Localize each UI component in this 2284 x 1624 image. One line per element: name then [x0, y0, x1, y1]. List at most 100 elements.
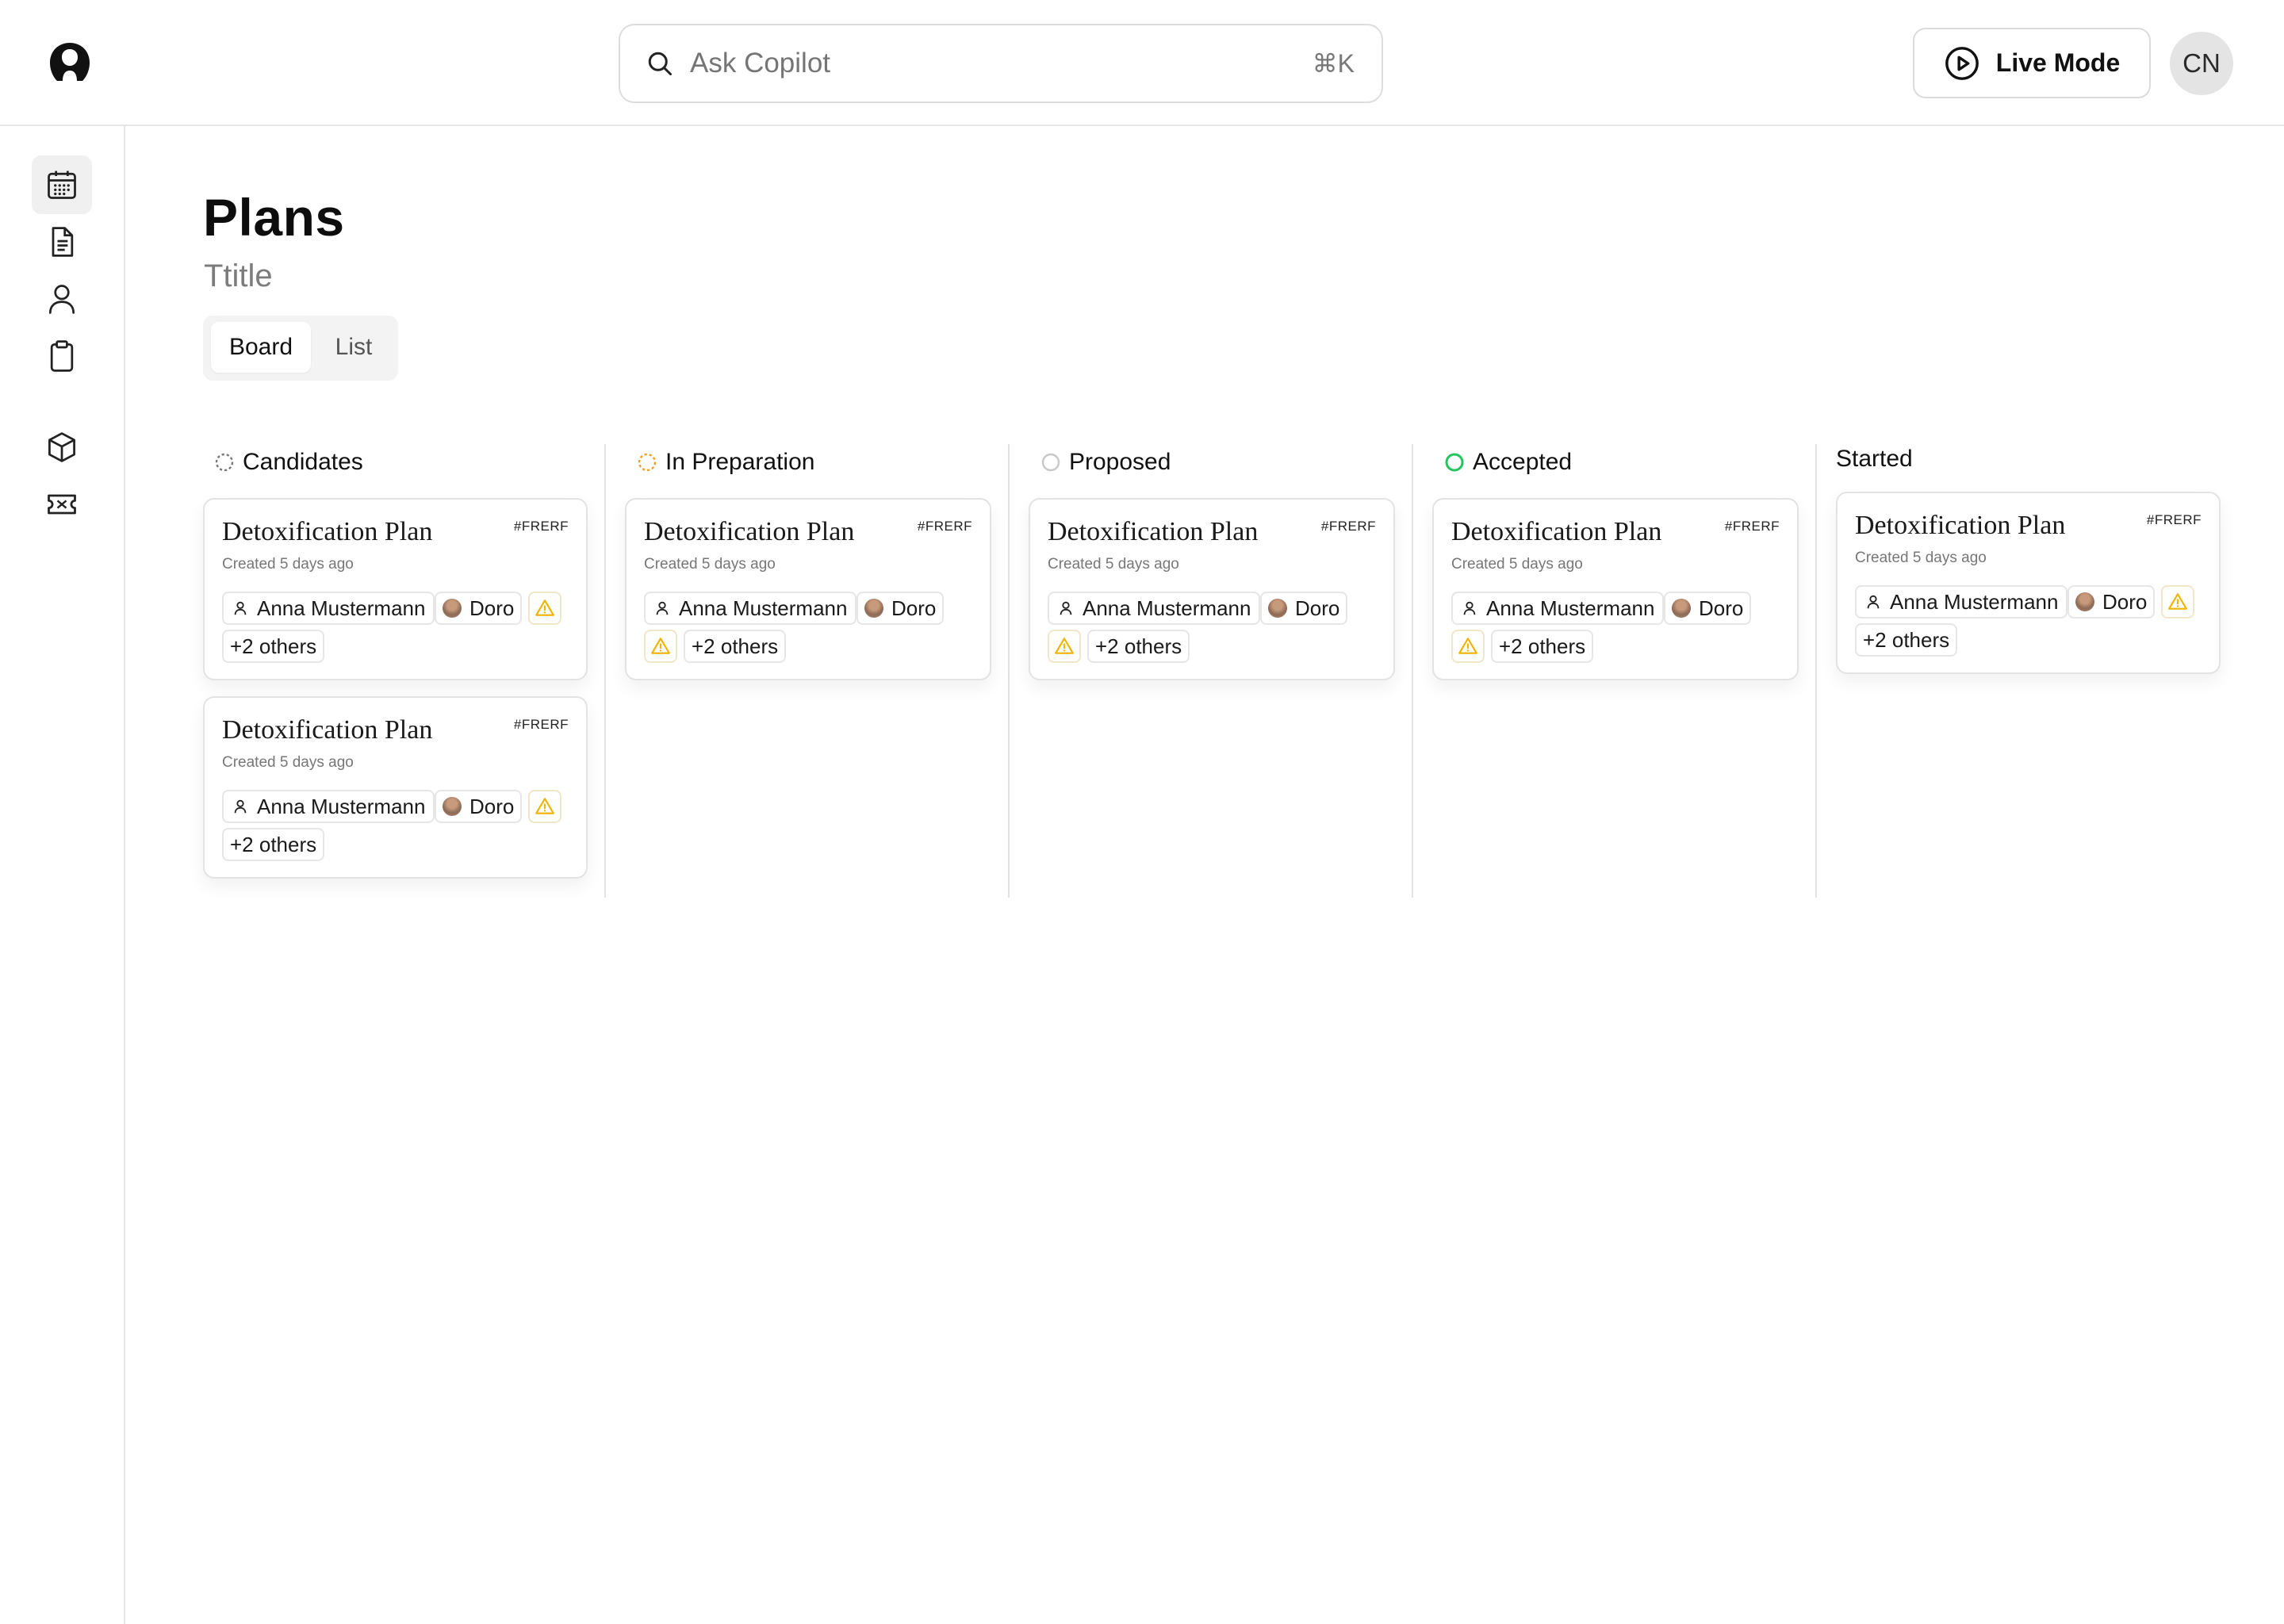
- card-tag: #FRERF: [513, 519, 569, 534]
- plan-card[interactable]: Detoxification Plan #FRERF Created 5 day…: [203, 696, 588, 879]
- warning-chip[interactable]: [2161, 585, 2194, 619]
- person-name: Anna Mustermann: [1083, 596, 1251, 620]
- assignee-avatar: [1672, 599, 1691, 618]
- sidebar-item-tickets[interactable]: [32, 475, 92, 534]
- assignee-name: Doro: [1699, 596, 1744, 620]
- page-title: Plans: [203, 188, 345, 247]
- assignee-chip[interactable]: Doro: [1260, 592, 1348, 625]
- tab-board[interactable]: Board: [211, 322, 311, 373]
- sidebar-item-documents[interactable]: [32, 213, 92, 271]
- card-created-date: Created 5 days ago: [1451, 556, 1583, 573]
- assignee-avatar: [443, 797, 462, 816]
- card-tag: #FRERF: [1320, 519, 1376, 534]
- card-created-date: Created 5 days ago: [644, 556, 776, 573]
- sidebar-item-calendar[interactable]: [32, 155, 92, 214]
- column-header-started[interactable]: Started: [1836, 441, 1913, 477]
- person-name: Anna Mustermann: [257, 596, 426, 620]
- column-header-in-preparation[interactable]: In Preparation: [637, 444, 814, 481]
- column-title: In Preparation: [665, 449, 815, 475]
- person-chip[interactable]: Anna Mustermann: [1451, 592, 1665, 625]
- column-header-accepted[interactable]: Accepted: [1444, 444, 1572, 481]
- assignee-chip[interactable]: Doro: [856, 592, 945, 625]
- copilot-search[interactable]: Ask Copilot ⌘K: [619, 24, 1383, 103]
- assignee-avatar: [2075, 592, 2094, 611]
- search-icon: [646, 49, 674, 78]
- assignee-chip[interactable]: Doro: [1664, 592, 1752, 625]
- card-title: Detoxification Plan: [222, 517, 433, 546]
- live-mode-button[interactable]: Live Mode: [1913, 28, 2151, 98]
- assignee-name: Doro: [1295, 596, 1340, 620]
- person-chip[interactable]: Anna Mustermann: [222, 790, 435, 823]
- card-created-date: Created 5 days ago: [222, 754, 354, 771]
- sidebar-item-users[interactable]: [32, 270, 92, 328]
- sidebar-item-clipboard[interactable]: [32, 327, 92, 385]
- assignee-name: Doro: [2102, 589, 2148, 614]
- circle-status-icon: [1040, 452, 1061, 473]
- column-header-proposed[interactable]: Proposed: [1040, 444, 1171, 481]
- keyboard-shortcut-hint: ⌘K: [1312, 49, 1355, 78]
- warning-chip[interactable]: [528, 790, 561, 823]
- assignee-avatar: [864, 599, 883, 618]
- assignee-avatar: [1268, 599, 1287, 618]
- assignee-avatar: [443, 599, 462, 618]
- others-chip[interactable]: +2 others: [1087, 630, 1190, 663]
- person-icon: [653, 599, 671, 617]
- person-name: Anna Mustermann: [679, 596, 848, 620]
- logo-icon[interactable]: [48, 41, 92, 82]
- person-chip[interactable]: Anna Mustermann: [222, 592, 435, 625]
- clipboard-icon: [50, 340, 74, 372]
- warning-icon: [1458, 638, 1477, 654]
- others-chip[interactable]: +2 others: [222, 828, 325, 861]
- assignee-chip[interactable]: Doro: [2067, 585, 2156, 619]
- plan-card[interactable]: Detoxification Plan #FRERF Created 5 day…: [203, 498, 588, 680]
- warning-chip[interactable]: [1451, 630, 1485, 663]
- plan-card[interactable]: Detoxification Plan #FRERF Created 5 day…: [625, 498, 991, 680]
- others-chip[interactable]: +2 others: [222, 630, 325, 663]
- view-toggle: Board List: [203, 316, 398, 381]
- person-icon: [1057, 599, 1075, 617]
- others-chip[interactable]: +2 others: [684, 630, 787, 663]
- warning-chip[interactable]: [644, 630, 677, 663]
- others-chip[interactable]: +2 others: [1855, 623, 1958, 657]
- search-placeholder[interactable]: Ask Copilot: [690, 48, 1313, 79]
- column-header-candidates[interactable]: Candidates: [214, 444, 363, 481]
- plan-card[interactable]: Detoxification Plan #FRERF Created 5 day…: [1836, 492, 2221, 674]
- document-icon: [52, 227, 74, 257]
- warning-chip[interactable]: [1048, 630, 1081, 663]
- card-tag: #FRERF: [1724, 519, 1780, 534]
- person-name: Anna Mustermann: [1890, 589, 2059, 614]
- play-circle-icon: [1944, 45, 1980, 82]
- user-avatar[interactable]: CN: [2170, 32, 2233, 95]
- sidebar-item-products[interactable]: [32, 418, 92, 477]
- plan-card[interactable]: Detoxification Plan #FRERF Created 5 day…: [1432, 498, 1799, 680]
- assignee-chip[interactable]: Doro: [435, 790, 523, 823]
- person-icon: [232, 798, 249, 815]
- warning-chip[interactable]: [528, 592, 561, 625]
- assignee-chip[interactable]: Doro: [435, 592, 523, 625]
- dashed-circle-status-icon: [214, 452, 235, 473]
- sidebar: [0, 126, 125, 1624]
- tab-list[interactable]: List: [316, 322, 392, 373]
- live-mode-label: Live Mode: [1995, 48, 2121, 77]
- user-icon: [48, 285, 75, 314]
- warning-icon: [535, 599, 554, 616]
- warning-icon: [535, 798, 554, 814]
- column-title: Started: [1836, 446, 1913, 472]
- others-chip[interactable]: +2 others: [1491, 630, 1594, 663]
- person-chip[interactable]: Anna Mustermann: [1048, 592, 1261, 625]
- card-title: Detoxification Plan: [1451, 517, 1662, 546]
- person-icon: [1864, 593, 1882, 611]
- card-title: Detoxification Plan: [1855, 511, 2066, 540]
- column-divider: [604, 444, 606, 898]
- assignee-name: Doro: [469, 794, 515, 818]
- column-divider: [1815, 444, 1817, 898]
- plan-card[interactable]: Detoxification Plan #FRERF Created 5 day…: [1029, 498, 1395, 680]
- column-title: Proposed: [1069, 449, 1171, 475]
- warning-icon: [651, 638, 670, 654]
- card-created-date: Created 5 days ago: [222, 556, 354, 573]
- person-chip[interactable]: Anna Mustermann: [644, 592, 857, 625]
- person-chip[interactable]: Anna Mustermann: [1855, 585, 2068, 619]
- column-divider: [1412, 444, 1413, 898]
- column-title: Candidates: [243, 449, 363, 475]
- assignee-name: Doro: [469, 596, 515, 620]
